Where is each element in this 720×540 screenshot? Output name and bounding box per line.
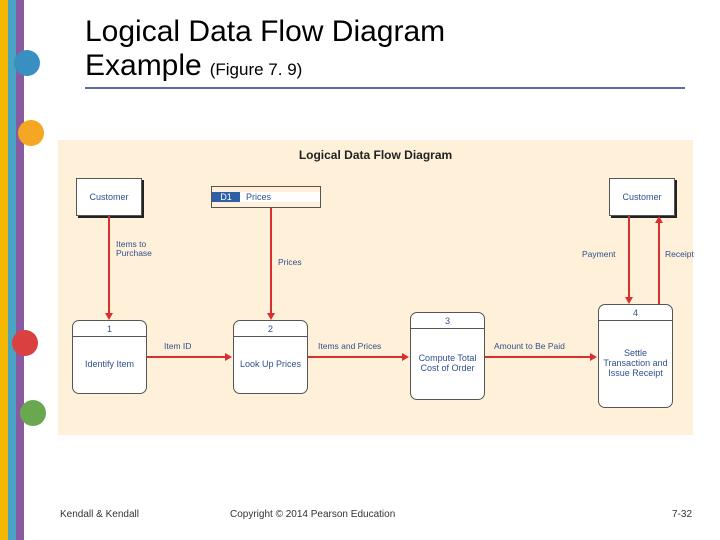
arrow-head-icon xyxy=(655,216,663,223)
stripe-blue xyxy=(8,0,16,540)
dot-decor xyxy=(20,400,46,426)
process-label: Compute Total Cost of Order xyxy=(411,329,484,399)
process-4: 4 Settle Transaction and Issue Receipt xyxy=(598,304,673,408)
dot-decor xyxy=(18,120,44,146)
arrow-head-icon xyxy=(625,297,633,304)
title-line1: Logical Data Flow Diagram xyxy=(85,15,685,49)
entity-label: Customer xyxy=(622,192,661,202)
datastore-label: Prices xyxy=(240,192,320,202)
datastore-num: D1 xyxy=(212,192,240,202)
flow-line xyxy=(308,356,403,358)
arrow-head-icon xyxy=(402,353,409,361)
dot-decor xyxy=(14,50,40,76)
dot-decor xyxy=(12,330,38,356)
slide-title: Logical Data Flow Diagram Example (Figur… xyxy=(85,15,685,89)
flow-label-receipt: Receipt xyxy=(665,250,694,259)
flow-line xyxy=(147,356,226,358)
entity-customer-left: Customer xyxy=(76,178,142,216)
entity-label: Customer xyxy=(89,192,128,202)
footer-page-number: 7-32 xyxy=(672,509,692,520)
entity-customer-right: Customer xyxy=(609,178,675,216)
process-1: 1 Identify Item xyxy=(72,320,147,394)
flow-label-prices: Prices xyxy=(278,258,302,267)
footer-author: Kendall & Kendall xyxy=(60,509,139,520)
process-label: Settle Transaction and Issue Receipt xyxy=(599,321,672,407)
process-num: 1 xyxy=(73,321,146,337)
flow-label-amount-to-be-paid: Amount to Be Paid xyxy=(494,342,565,351)
flow-label-items-to-purchase: Items to Purchase xyxy=(116,240,166,259)
process-label: Look Up Prices xyxy=(238,337,303,393)
process-num: 4 xyxy=(599,305,672,321)
flow-line xyxy=(485,356,591,358)
process-3: 3 Compute Total Cost of Order xyxy=(410,312,485,400)
title-sub: (Figure 7. 9) xyxy=(210,60,303,80)
panel-title: Logical Data Flow Diagram xyxy=(299,148,452,162)
arrow-head-icon xyxy=(225,353,232,361)
arrow-head-icon xyxy=(590,353,597,361)
flow-line xyxy=(628,216,630,298)
flow-label-payment: Payment xyxy=(582,250,616,259)
flow-line xyxy=(270,208,272,314)
footer-copyright: Copyright © 2014 Pearson Education xyxy=(230,509,395,520)
flow-label-item-id: Item ID xyxy=(164,342,191,351)
arrow-head-icon xyxy=(105,313,113,320)
stripe-yellow xyxy=(0,0,8,540)
flow-line xyxy=(658,223,660,304)
title-line2: Example xyxy=(85,49,202,83)
process-label: Identify Item xyxy=(83,337,136,393)
process-2: 2 Look Up Prices xyxy=(233,320,308,394)
flow-label-items-and-prices: Items and Prices xyxy=(318,342,381,351)
process-num: 3 xyxy=(411,313,484,329)
flow-line xyxy=(108,216,110,314)
stripe-purple xyxy=(16,0,24,540)
arrow-head-icon xyxy=(267,313,275,320)
diagram-panel: Logical Data Flow Diagram Customer D1 Pr… xyxy=(58,140,693,435)
process-num: 2 xyxy=(234,321,307,337)
datastore-prices: D1 Prices xyxy=(211,186,321,208)
